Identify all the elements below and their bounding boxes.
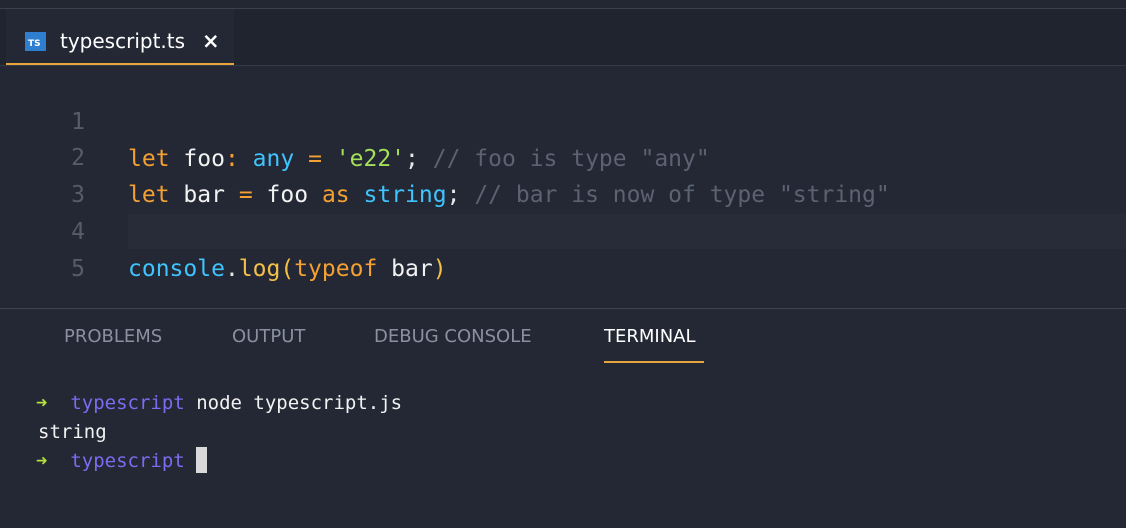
close-paren: ) bbox=[432, 256, 447, 282]
code-line-4: 4 console.log(typeof bar) bbox=[0, 177, 1126, 282]
log-method: log bbox=[238, 256, 281, 282]
terminal-cursor bbox=[196, 447, 208, 473]
tab-problems[interactable]: PROBLEMS bbox=[64, 325, 162, 363]
typescript-file-icon: TS bbox=[25, 32, 46, 51]
keyword-typeof: typeof bbox=[294, 256, 378, 282]
line-number: 5 bbox=[71, 256, 85, 282]
close-icon[interactable]: × bbox=[202, 29, 220, 53]
editor-window: TS typescript.ts × 1 let foo: any = 'e22… bbox=[0, 0, 1126, 528]
bottom-panel: PROBLEMS OUTPUT DEBUG CONSOLE TERMINAL ➜… bbox=[0, 309, 1126, 528]
open-paren: ( bbox=[280, 256, 295, 282]
prompt-directory: typescript bbox=[70, 450, 185, 472]
tab-title: typescript.ts bbox=[60, 29, 186, 53]
terminal-output: string bbox=[38, 421, 107, 443]
code-line-2: 2 let bar = foo as string; // bar is now… bbox=[0, 103, 1126, 208]
console-object: console bbox=[128, 256, 225, 282]
code-line-1: 1 let foo: any = 'e22'; // foo is type "… bbox=[0, 67, 1126, 172]
tab-output[interactable]: OUTPUT bbox=[232, 325, 305, 363]
variable-bar: bar bbox=[391, 256, 433, 282]
prompt-arrow-icon: ➜ bbox=[36, 392, 48, 414]
code-line-3: 3 bbox=[0, 140, 1126, 208]
title-bar bbox=[0, 0, 1126, 9]
tab-terminal[interactable]: TERMINAL bbox=[604, 325, 704, 363]
code-text[interactable]: console.log(typeof bar) bbox=[128, 251, 447, 288]
terminal-line-3[interactable]: ➜ typescript bbox=[36, 447, 208, 476]
prompt-arrow-icon: ➜ bbox=[36, 450, 48, 472]
terminal-command: node typescript.js bbox=[196, 392, 403, 414]
terminal-line-1[interactable]: ➜ typescript node typescript.js bbox=[36, 389, 402, 418]
code-line-5: 5 bbox=[0, 214, 1126, 282]
tab-debug-console[interactable]: DEBUG CONSOLE bbox=[374, 325, 532, 363]
tab-typescript-ts[interactable]: TS typescript.ts × bbox=[6, 9, 234, 65]
prompt-directory: typescript bbox=[70, 392, 185, 414]
tab-bar: TS typescript.ts × bbox=[0, 9, 1126, 66]
member-dot: . bbox=[224, 256, 239, 282]
terminal-line-2[interactable]: string bbox=[38, 418, 107, 447]
code-editor[interactable]: 1 let foo: any = 'e22'; // foo is type "… bbox=[0, 66, 1126, 308]
